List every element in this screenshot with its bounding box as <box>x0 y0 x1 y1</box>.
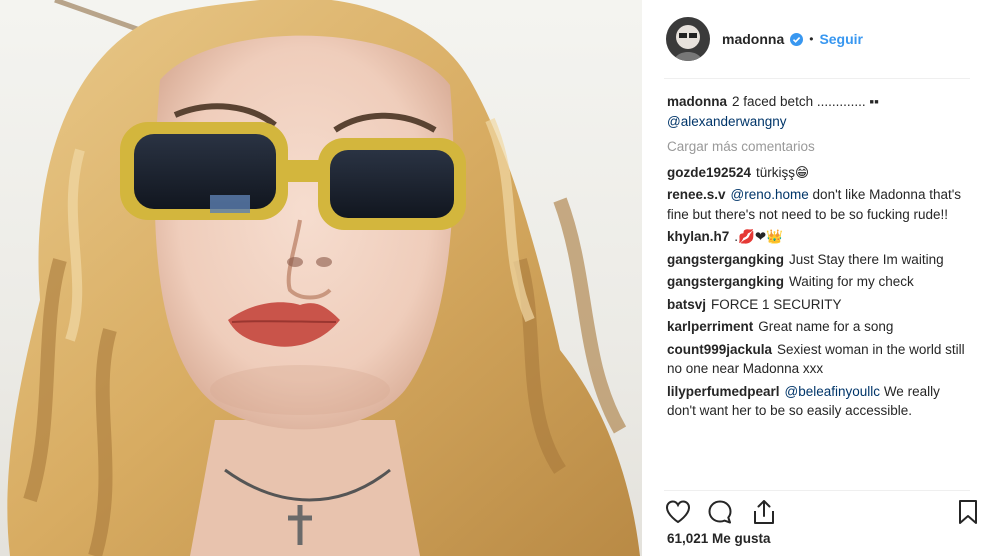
comment-username[interactable]: renee.s.v <box>667 187 726 202</box>
comments-list: madonna 2 faced betch ............. ▪▪ @a… <box>667 92 967 424</box>
comment-username[interactable]: gangstergangking <box>667 252 784 267</box>
comment-username[interactable]: lilyperfumedpearl <box>667 384 780 399</box>
comment-username[interactable]: khylan.h7 <box>667 229 729 244</box>
comment-username[interactable]: count999jackula <box>667 342 772 357</box>
comment-text: Waiting for my check <box>789 274 914 289</box>
author-username[interactable]: madonna <box>722 31 784 47</box>
header-divider <box>664 78 970 79</box>
list-item: gangstergangking Waiting for my check <box>667 272 967 292</box>
heart-icon[interactable] <box>664 498 692 526</box>
post-header: madonna • Seguir <box>642 0 990 78</box>
comment-text: Great name for a song <box>758 319 894 334</box>
comment-username[interactable]: batsvj <box>667 297 706 312</box>
separator-dot: • <box>809 32 814 46</box>
list-item: gangstergangking Just Stay there Im waiti… <box>667 250 967 270</box>
actions-divider <box>664 490 970 491</box>
comment-username[interactable]: karlperriment <box>667 319 753 334</box>
list-item: batsvj FORCE 1 SECURITY <box>667 295 967 315</box>
comment-text: Just Stay there Im waiting <box>789 251 944 267</box>
post-photo[interactable] <box>0 0 642 556</box>
comment-text: .💋❤👑 <box>734 229 783 244</box>
verified-badge-icon <box>790 32 804 46</box>
share-icon[interactable] <box>750 498 778 526</box>
comment-mention[interactable]: @beleafinyoullc <box>785 384 881 399</box>
list-item: count999jackula Sexiest woman in the worl… <box>667 340 967 379</box>
comment-icon[interactable] <box>706 498 734 526</box>
avatar-image <box>666 17 710 61</box>
comment-text: FORCE 1 SECURITY <box>711 296 842 312</box>
list-item: khylan.h7 .💋❤👑 <box>667 227 967 247</box>
comment-username[interactable]: gozde192524 <box>667 165 751 180</box>
caption-text: 2 faced betch ............. ▪▪ <box>732 94 879 109</box>
bookmark-icon[interactable] <box>954 498 982 526</box>
caption-mention[interactable]: @alexanderwangny <box>667 114 787 129</box>
avatar[interactable] <box>666 17 710 61</box>
post-side-panel: madonna • Seguir madonna 2 faced betch ..… <box>642 0 990 556</box>
follow-button[interactable]: Seguir <box>819 31 863 47</box>
comment-username[interactable]: gangstergangking <box>667 274 784 289</box>
comment-mention[interactable]: @reno.home <box>731 187 809 202</box>
likes-count[interactable]: 61,021 Me gusta <box>667 531 771 546</box>
comment-text: türkişş😁 <box>756 164 810 180</box>
list-item: lilyperfumedpearl @beleafinyoullc We real… <box>667 382 967 421</box>
caption-username[interactable]: madonna <box>667 94 727 109</box>
list-item: karlperriment Great name for a song <box>667 317 967 337</box>
load-more-comments-button[interactable]: Cargar más comentarios <box>667 137 967 157</box>
portrait-photo <box>7 0 640 556</box>
list-item: gozde192524 türkişş😁 <box>667 163 967 183</box>
caption: madonna 2 faced betch ............. ▪▪ @a… <box>667 92 967 131</box>
list-item: renee.s.v @reno.home don't like Madonna t… <box>667 185 967 224</box>
post-actions <box>664 494 984 530</box>
